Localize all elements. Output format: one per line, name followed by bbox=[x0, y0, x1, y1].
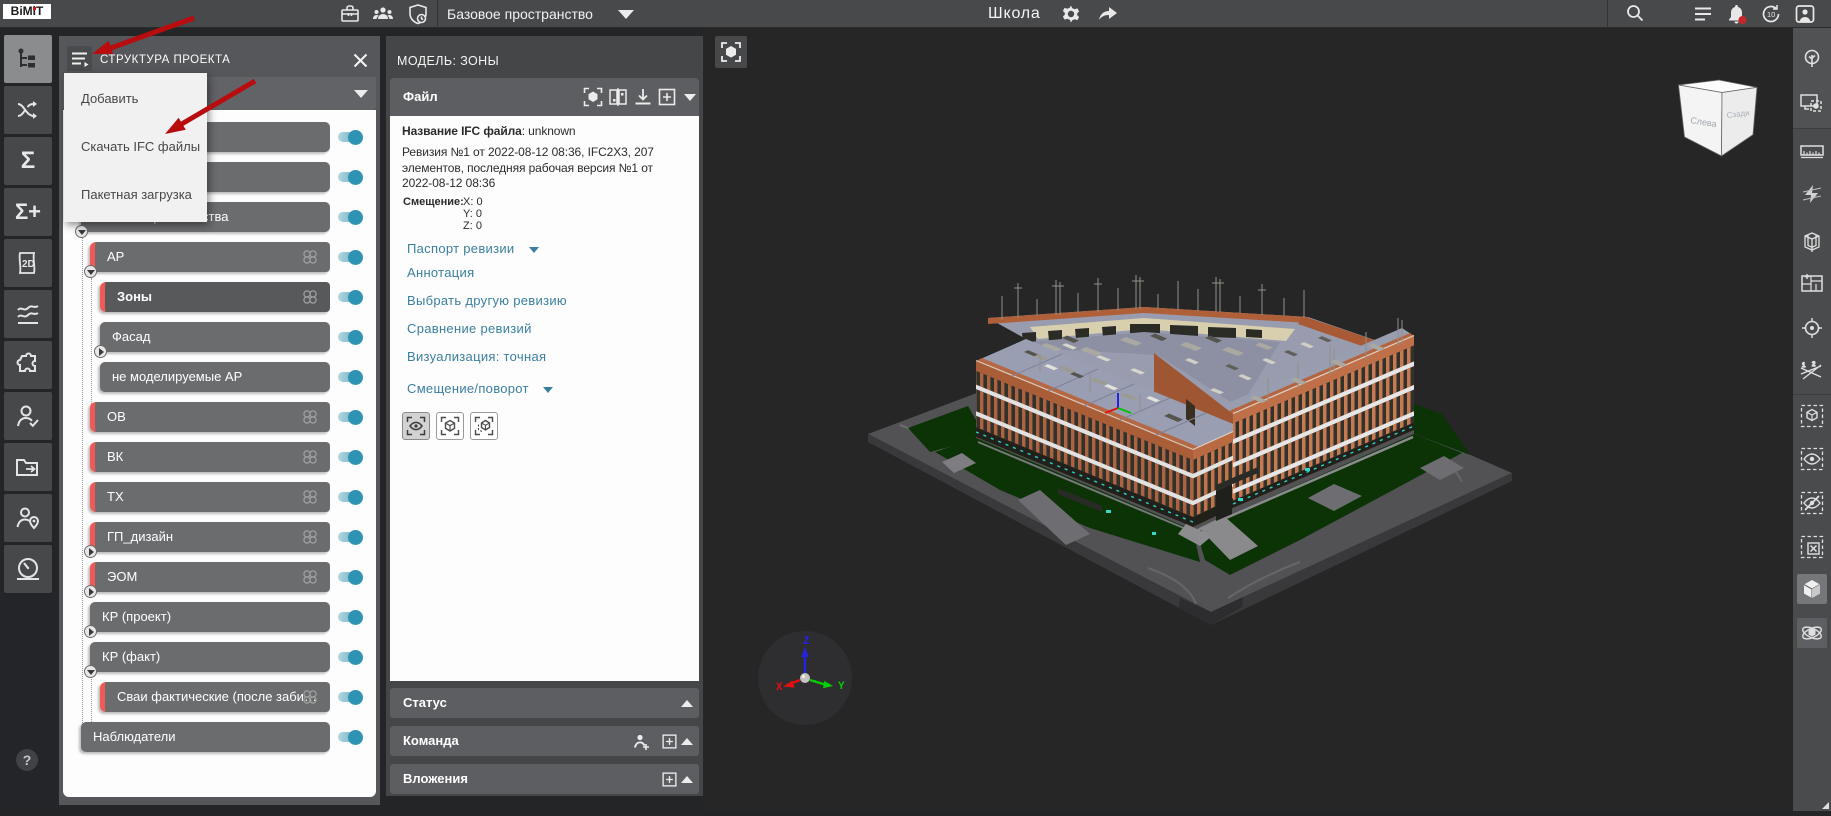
svg-text:X: X bbox=[776, 682, 783, 694]
svg-text:2D: 2D bbox=[22, 259, 35, 270]
svg-text:1: 1 bbox=[1802, 363, 1806, 369]
svg-text:10: 10 bbox=[1767, 10, 1775, 19]
svg-text:Z: Z bbox=[803, 636, 810, 648]
svg-text:2: 2 bbox=[1812, 362, 1816, 368]
svg-text:Y: Y bbox=[838, 681, 845, 693]
